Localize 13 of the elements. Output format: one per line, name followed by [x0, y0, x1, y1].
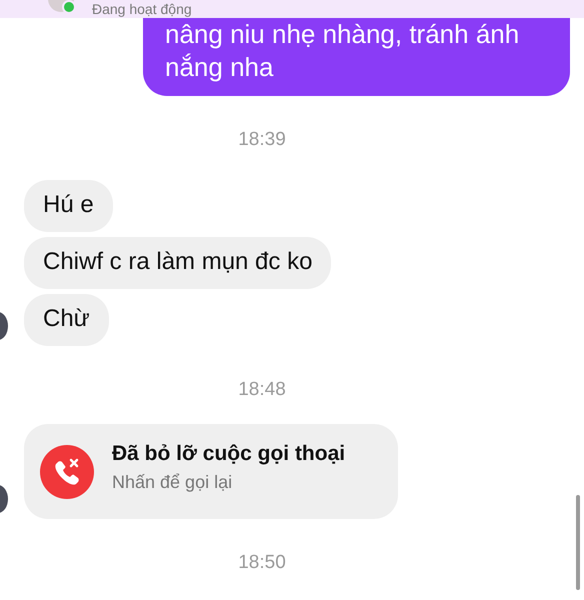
missed-call-icon: [40, 444, 94, 498]
message-bubble: Chừ: [24, 294, 109, 346]
message-bubble: Hú e: [24, 180, 113, 232]
scrollbar[interactable]: [576, 495, 580, 590]
timestamp: 18:48: [238, 378, 286, 402]
message-bubble: Chiwf c ra làm mụn đc ko: [24, 237, 332, 289]
call-title: Đã bỏ lỡ cuộc gọi thoại: [112, 442, 346, 466]
contact-status: Đang hoạt động: [92, 1, 192, 17]
timestamp: 18:50: [238, 551, 286, 575]
call-subtitle: Nhấn để gọi lại: [112, 472, 234, 493]
missed-call-card[interactable]: Đã bỏ lỡ cuộc gọi thoại Nhấn để gọi lại: [24, 424, 398, 519]
timestamp: 18:39: [238, 128, 286, 152]
message-bubble: nâng niu nhẹ nhàng, tránh ánh nắng nha: [143, 18, 570, 96]
